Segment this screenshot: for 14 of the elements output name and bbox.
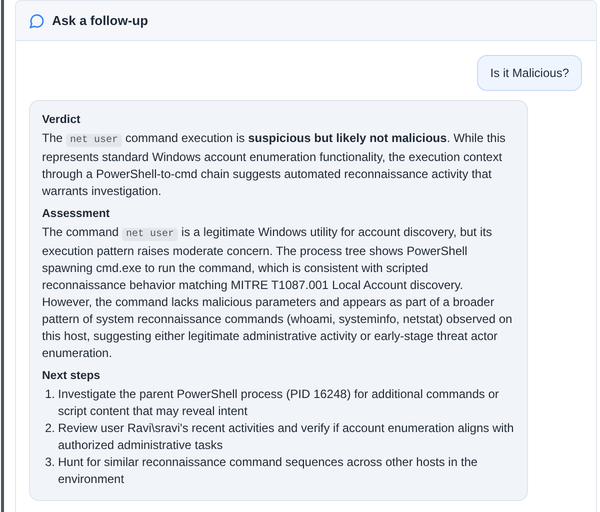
section-heading: Next steps (42, 369, 102, 384)
step-text: Investigate the parent PowerShell process (PID 16248) for additional commands or script content that may reveal intent (58, 386, 500, 420)
section-heading: Verdict (42, 113, 82, 128)
section-paragraph: The command net user is a legitimate Windows utility for account discovery, but its execution pattern raises moderate concern. The process tree shows PowerShell spawning cmd.exe to run the command, which is consistent with scripted reconnaissance behavior matching MITRE T1087.001 Local Account discovery. However, the command lacks malicious parameters and appears as part of a broader pattern of system reconnaissance commands (whoami, systeminfo, netstat) observed on this host, suggesting either legitimate administrative activity or early-stage threat actor enumeration. (42, 224, 514, 362)
section-heading: Assessment (42, 207, 111, 222)
user-message: Is it Malicious? (477, 55, 582, 91)
step-number: 1. (45, 386, 56, 403)
section-paragraph: The net user command execution is suspicious but likely not malicious. While this represents standard Windows account enumeration functionality, the execution context through a PowerShell-to-cmd chain suggests automated reconnaissance activity that warrants investigation. (42, 130, 506, 200)
panel-title: Ask a follow-up (52, 12, 148, 30)
chat-bubble-icon (29, 12, 45, 28)
step-number: 3. (45, 454, 56, 471)
step-text: Hunt for similar reconnaissance command sequences across other hosts in the environment (58, 454, 479, 488)
step-text: Review user Ravi\sravi's recent activities and verify if account enumeration aligns with authorized administrative tasks (58, 420, 515, 454)
step-number: 2. (45, 420, 56, 437)
